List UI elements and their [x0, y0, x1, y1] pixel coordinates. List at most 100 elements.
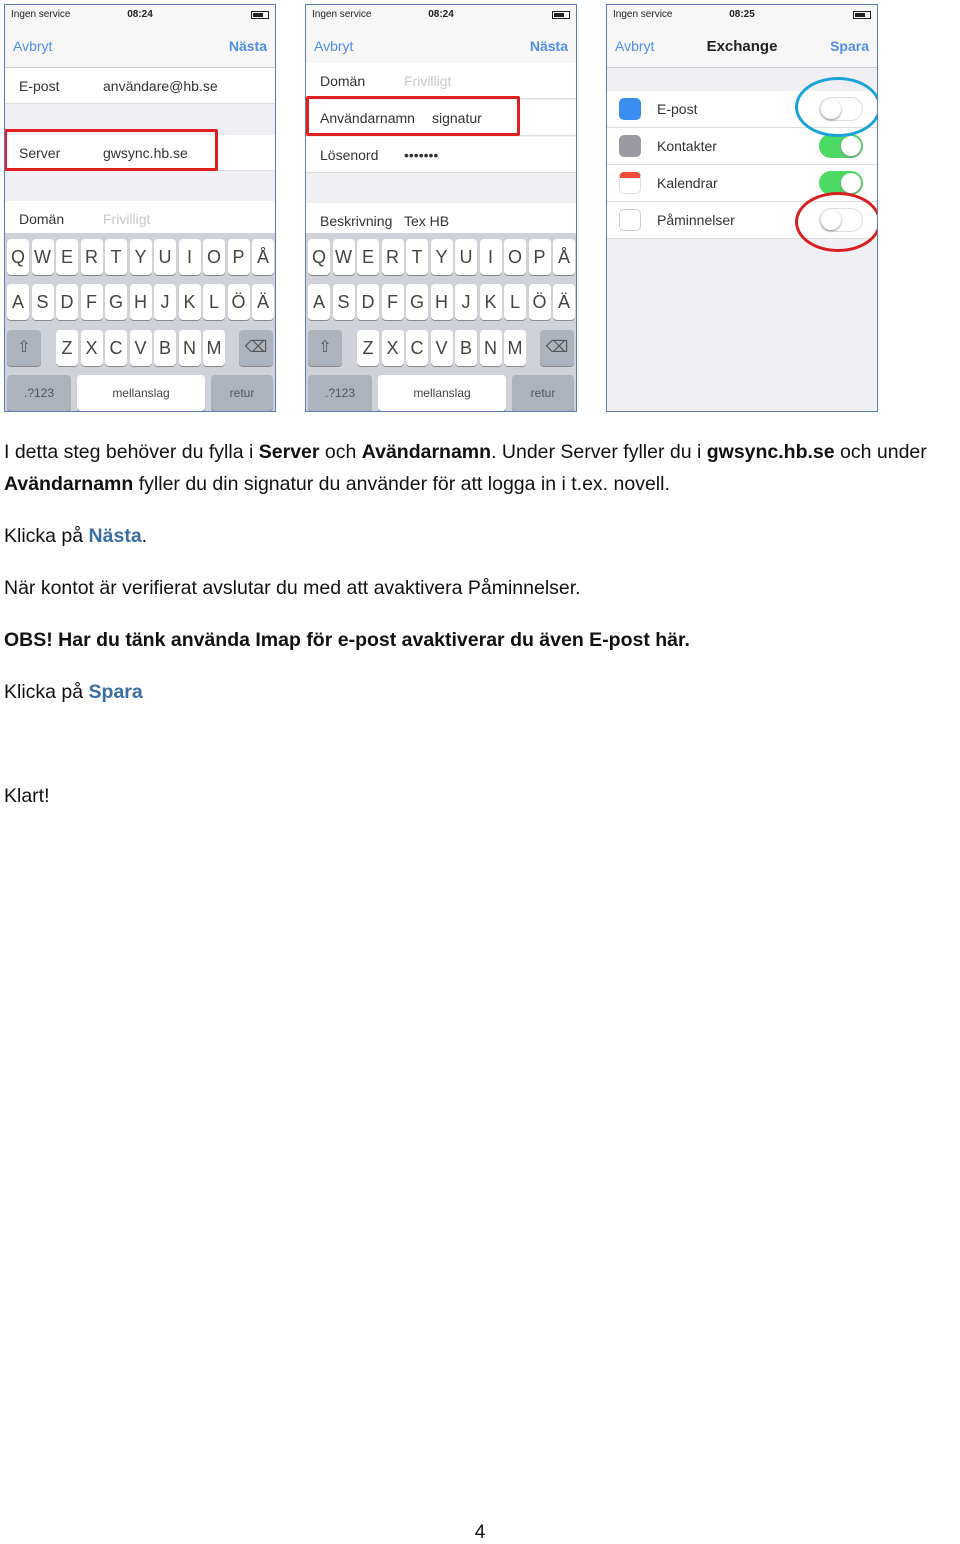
- click-save-instruction: Klicka på Spara: [4, 681, 143, 703]
- status-bar: Ingen service 08:24: [306, 5, 576, 25]
- key[interactable]: P: [227, 239, 250, 275]
- key[interactable]: Q: [7, 239, 29, 275]
- key[interactable]: R: [80, 239, 103, 275]
- key[interactable]: W: [332, 239, 355, 275]
- next-button[interactable]: Nästa: [530, 38, 568, 54]
- obs-note: OBS! Har du tänk använda Imap för e-post…: [4, 629, 690, 651]
- key[interactable]: R: [381, 239, 404, 275]
- shift-key-icon[interactable]: ⇧: [308, 330, 342, 366]
- key[interactable]: M: [203, 330, 225, 366]
- key[interactable]: Ö: [227, 284, 250, 320]
- key[interactable]: D: [56, 284, 78, 320]
- cancel-button[interactable]: Avbryt: [314, 38, 353, 54]
- key[interactable]: M: [504, 330, 526, 366]
- key[interactable]: U: [455, 239, 477, 275]
- domain-field[interactable]: Domän Frivilligt: [5, 201, 275, 237]
- key[interactable]: I: [178, 239, 201, 275]
- key[interactable]: E: [357, 239, 379, 275]
- key[interactable]: Å: [553, 239, 575, 275]
- key[interactable]: C: [406, 330, 428, 366]
- key[interactable]: X: [80, 330, 103, 366]
- key[interactable]: K: [178, 284, 201, 320]
- keyboard-row-1: Q W E R T Y U I O P Å: [306, 239, 576, 275]
- nav-bar: Avbryt Nästa: [306, 25, 576, 68]
- screenshot-server-step: Ingen service 08:24 Avbryt Nästa E-post …: [4, 4, 276, 412]
- key[interactable]: S: [31, 284, 54, 320]
- key[interactable]: O: [203, 239, 225, 275]
- key[interactable]: S: [332, 284, 355, 320]
- key[interactable]: Ö: [528, 284, 551, 320]
- key[interactable]: G: [105, 284, 127, 320]
- backspace-key-icon[interactable]: ⌫: [540, 330, 574, 366]
- screenshot-username-step: Ingen service 08:24 Avbryt Nästa Domän F…: [305, 4, 577, 412]
- next-button[interactable]: Nästa: [229, 38, 267, 54]
- key[interactable]: G: [406, 284, 428, 320]
- key[interactable]: V: [129, 330, 152, 366]
- key[interactable]: E: [56, 239, 78, 275]
- toggle-label: Påminnelser: [657, 212, 735, 228]
- reminders-toggle-highlight: [795, 192, 877, 252]
- key[interactable]: N: [178, 330, 201, 366]
- key[interactable]: B: [154, 330, 176, 366]
- key[interactable]: W: [31, 239, 54, 275]
- domain-field[interactable]: Domän Frivilligt: [306, 63, 576, 99]
- numbers-key[interactable]: .?123: [7, 375, 71, 411]
- keyboard: Q W E R T Y U I O P Å A S D F G H J K L …: [5, 233, 275, 411]
- key[interactable]: T: [105, 239, 127, 275]
- numbers-key[interactable]: .?123: [308, 375, 372, 411]
- key[interactable]: F: [381, 284, 404, 320]
- key[interactable]: D: [357, 284, 379, 320]
- key[interactable]: Y: [129, 239, 152, 275]
- instruction-paragraph: I detta steg behöver du fylla i Server o…: [4, 441, 927, 495]
- keyboard-row-3: ⇧ Z X C V B N M ⌫: [306, 330, 576, 366]
- key[interactable]: X: [381, 330, 404, 366]
- field-label: Lösenord: [320, 147, 379, 163]
- space-key[interactable]: mellanslag: [77, 375, 205, 411]
- key[interactable]: C: [105, 330, 127, 366]
- done-text: Klart!: [4, 785, 50, 807]
- key[interactable]: A: [308, 284, 330, 320]
- key[interactable]: J: [154, 284, 176, 320]
- battery-icon: [552, 11, 570, 19]
- key[interactable]: H: [430, 284, 453, 320]
- key[interactable]: I: [479, 239, 502, 275]
- key[interactable]: Å: [252, 239, 274, 275]
- key[interactable]: T: [406, 239, 428, 275]
- key[interactable]: J: [455, 284, 477, 320]
- shift-key-icon[interactable]: ⇧: [7, 330, 41, 366]
- battery-icon: [853, 11, 871, 19]
- contacts-toggle[interactable]: [819, 134, 863, 158]
- key[interactable]: L: [203, 284, 225, 320]
- field-placeholder: Frivilligt: [404, 73, 452, 89]
- key[interactable]: B: [455, 330, 477, 366]
- key[interactable]: V: [430, 330, 453, 366]
- toggle-label: Kalendrar: [657, 175, 718, 191]
- key[interactable]: K: [479, 284, 502, 320]
- keyboard-row-3: ⇧ Z X C V B N M ⌫: [5, 330, 275, 366]
- space-key[interactable]: mellanslag: [378, 375, 506, 411]
- return-key[interactable]: retur: [211, 375, 273, 411]
- key[interactable]: O: [504, 239, 526, 275]
- key[interactable]: Ä: [252, 284, 274, 320]
- key[interactable]: P: [528, 239, 551, 275]
- key[interactable]: F: [80, 284, 103, 320]
- key[interactable]: Z: [56, 330, 78, 366]
- email-field[interactable]: E-post användare@hb.se: [5, 68, 275, 104]
- key[interactable]: H: [129, 284, 152, 320]
- save-button[interactable]: Spara: [830, 38, 869, 54]
- cancel-button[interactable]: Avbryt: [13, 38, 52, 54]
- key[interactable]: L: [504, 284, 526, 320]
- key[interactable]: Q: [308, 239, 330, 275]
- nav-bar: Avbryt Exchange Spara: [607, 25, 877, 68]
- key[interactable]: Ä: [553, 284, 575, 320]
- password-field[interactable]: Lösenord •••••••: [306, 137, 576, 173]
- key[interactable]: A: [7, 284, 29, 320]
- key[interactable]: U: [154, 239, 176, 275]
- toggle-label: E-post: [657, 101, 698, 117]
- return-key[interactable]: retur: [512, 375, 574, 411]
- key[interactable]: Y: [430, 239, 453, 275]
- backspace-key-icon[interactable]: ⌫: [239, 330, 273, 366]
- key[interactable]: Z: [357, 330, 379, 366]
- server-highlight: [5, 129, 218, 171]
- key[interactable]: N: [479, 330, 502, 366]
